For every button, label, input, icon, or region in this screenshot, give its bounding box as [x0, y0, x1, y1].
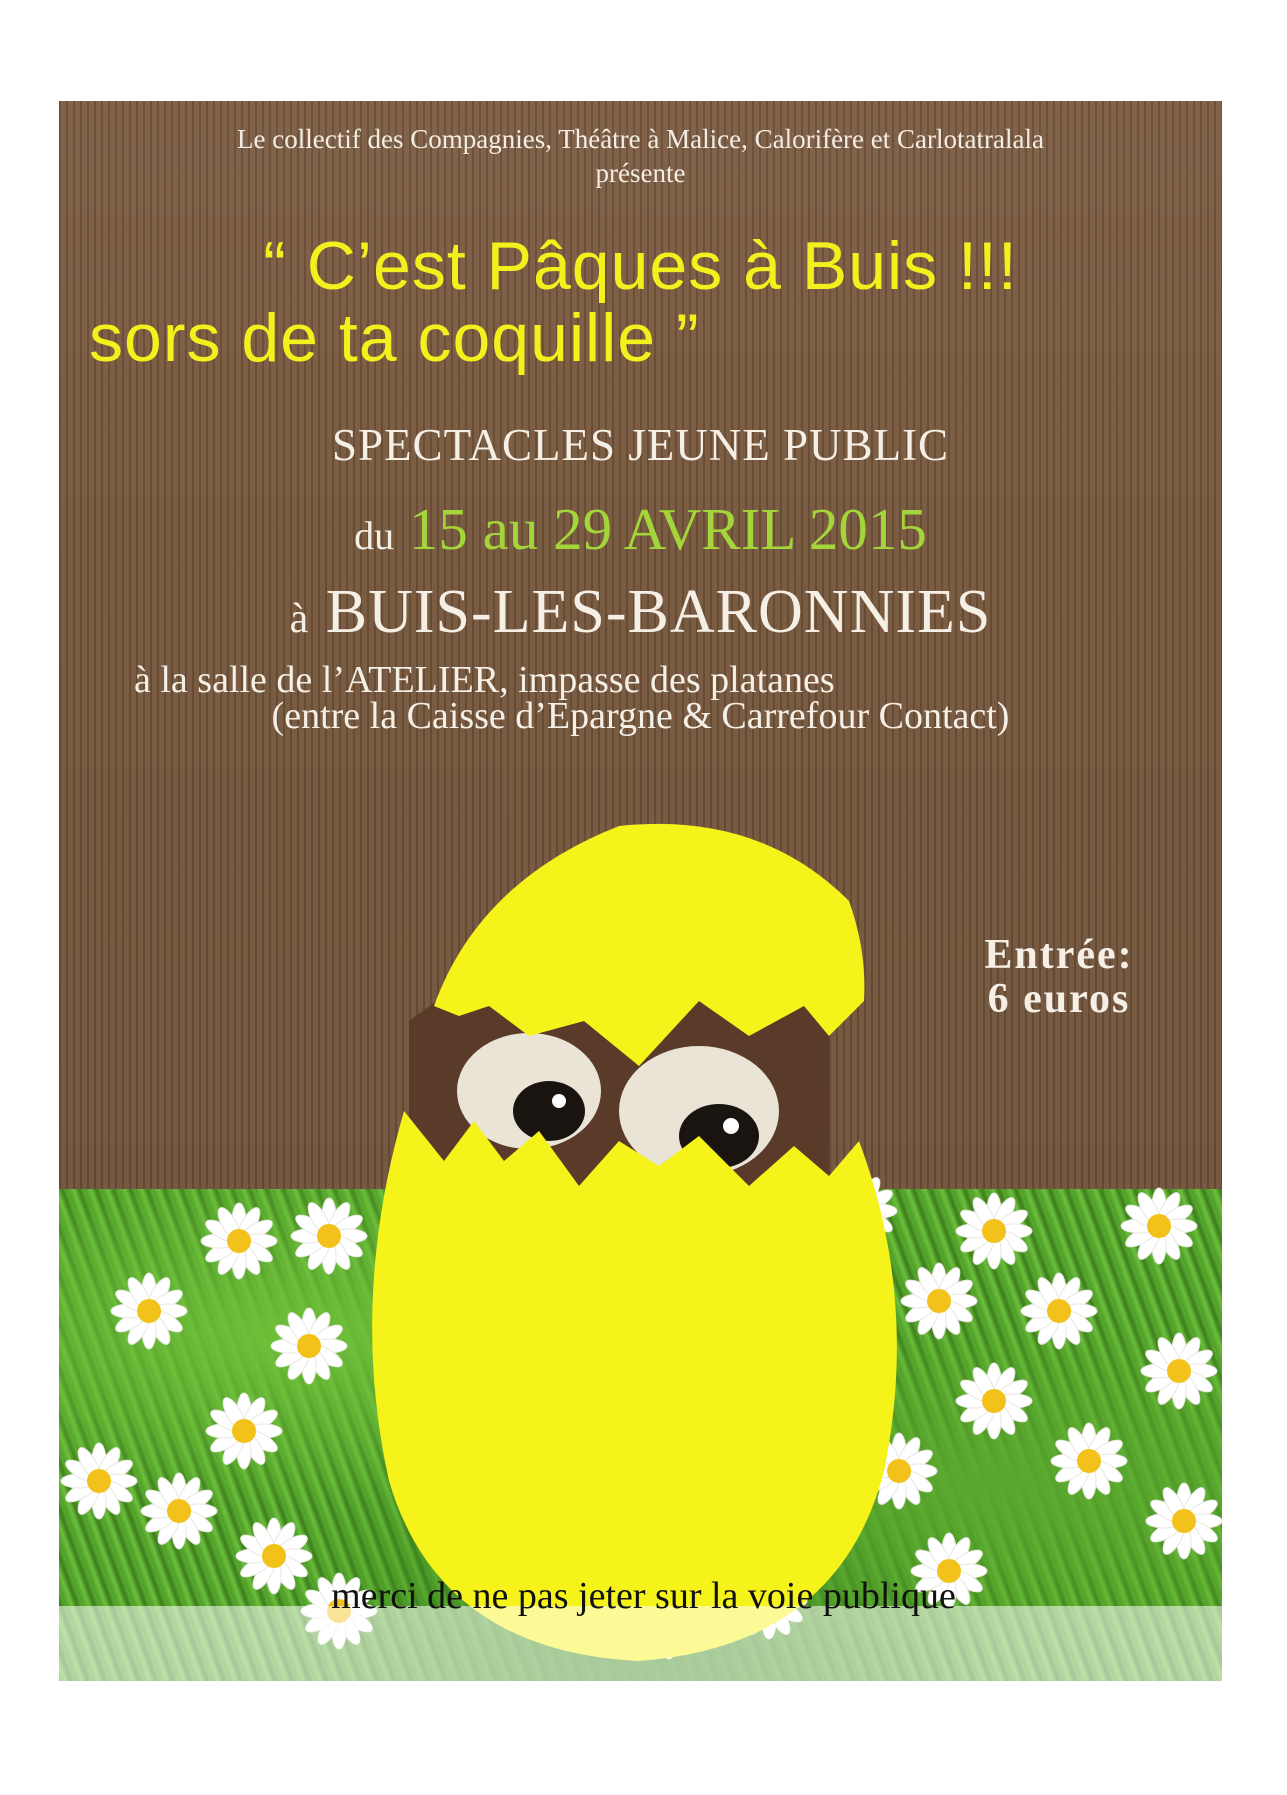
venue-line-2: (entre la Caisse d’Epargne & Carrefour C…	[271, 695, 1010, 737]
presenter-line: Le collectif des Compagnies, Théâtre à M…	[237, 124, 1044, 154]
title-line-1: “ C’est Pâques à Buis !!!	[263, 228, 1018, 304]
entry-price: Entrée: 6 euros	[919, 933, 1199, 1021]
presente-label: présente	[595, 158, 686, 188]
poster: Le collectif des Compagnies, Théâtre à M…	[59, 101, 1222, 1681]
dates-prefix: du	[354, 513, 395, 558]
dates-range: 15 au 29 AVRIL 2015	[408, 496, 927, 562]
entry-amount: 6 euros	[987, 976, 1131, 1022]
place-name: BUIS-LES-BARONNIES	[325, 578, 992, 646]
place-prefix: à	[289, 596, 310, 642]
footer-fade-band	[59, 1606, 1222, 1681]
subtitle: SPECTACLES JEUNE PUBLIC	[332, 420, 949, 470]
event-place: à BUIS-LES-BARONNIES	[59, 577, 1222, 654]
footer-note: merci de ne pas jeter sur la voie publiq…	[331, 1575, 956, 1617]
venue-line-1: à la salle de l’ATELIER, impasse des pla…	[134, 659, 835, 701]
entry-label: Entrée:	[984, 932, 1134, 978]
title-line-2: sors de ta coquille ”	[89, 300, 700, 376]
event-dates: du 15 au 29 AVRIL 2015	[59, 497, 1222, 568]
